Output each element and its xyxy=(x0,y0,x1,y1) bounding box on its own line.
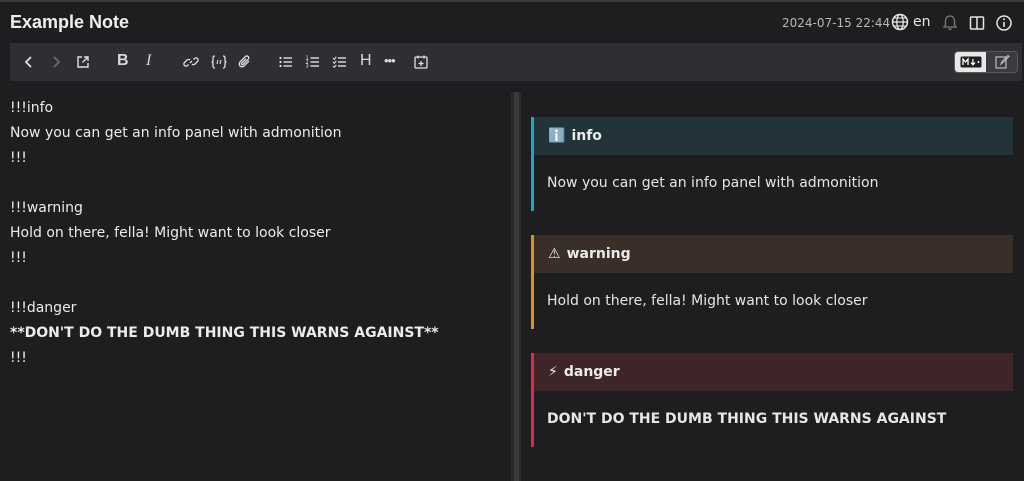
italic-button[interactable]: I xyxy=(146,52,151,70)
editor-line[interactable]: Hold on there, fella! Might want to look… xyxy=(10,225,331,241)
title-bar: Example Note 2024-07-15 22:44 en xyxy=(0,0,1024,43)
editor-toolbar: B I 1 2 3 H ••• xyxy=(10,43,1022,81)
markdown-preview: ℹ️ info Now you can get an info panel wi… xyxy=(521,92,1024,481)
edit-icon xyxy=(994,54,1010,69)
editor-line[interactable]: !!! xyxy=(10,350,27,366)
split-view-icon[interactable] xyxy=(968,14,986,32)
admonition-title: ⚡ danger xyxy=(534,353,1013,391)
splitter-handle[interactable] xyxy=(514,92,519,481)
pane-splitter[interactable] xyxy=(511,92,521,481)
code-braces-icon xyxy=(211,55,227,69)
editor-line[interactable]: !!!warning xyxy=(10,200,83,216)
globe-icon xyxy=(891,13,909,31)
admonition-title-label: info xyxy=(571,128,602,144)
link-icon xyxy=(183,57,199,67)
more-button[interactable]: ••• xyxy=(384,53,396,68)
editor-line[interactable]: !!! xyxy=(10,250,27,266)
lightning-icon: ⚡ xyxy=(548,364,558,380)
bullet-list-icon xyxy=(279,56,292,68)
admonition-info: ℹ️ info Now you can get an info panel wi… xyxy=(531,117,1013,211)
external-link-icon xyxy=(77,56,89,68)
admonition-title: ℹ️ info xyxy=(534,117,1013,155)
insert-date-button[interactable] xyxy=(412,53,430,71)
open-external-button[interactable] xyxy=(74,53,92,71)
info-icon: ℹ️ xyxy=(548,128,566,144)
link-button[interactable] xyxy=(182,53,200,71)
editor-line[interactable]: !!!danger xyxy=(10,300,76,316)
markdown-icon xyxy=(960,56,981,68)
code-block-button[interactable] xyxy=(209,53,229,71)
markdown-editor[interactable]: !!!info Now you can get an info panel wi… xyxy=(0,92,512,481)
language-selector[interactable]: en xyxy=(891,13,931,31)
heading-button[interactable]: H xyxy=(360,52,372,70)
warning-icon: ⚠ xyxy=(548,246,561,262)
bold-button[interactable]: B xyxy=(117,52,129,70)
editor-line[interactable]: !!! xyxy=(10,150,27,166)
admonition-title-label: warning xyxy=(566,246,631,262)
admonition-danger: ⚡ danger DON'T DO THE DUMB THING THIS WA… xyxy=(531,353,1013,447)
numbered-list-icon: 1 2 3 xyxy=(306,56,319,70)
chevron-right-icon xyxy=(53,56,61,68)
admonition-warning: ⚠ warning Hold on there, fella! Might wa… xyxy=(531,235,1013,329)
info-icon[interactable] xyxy=(995,14,1013,32)
bell-icon[interactable] xyxy=(941,14,959,32)
checklist-icon xyxy=(332,56,346,69)
checklist-button[interactable] xyxy=(331,53,349,71)
admonition-body: Hold on there, fella! Might want to look… xyxy=(547,293,868,309)
forward-button[interactable] xyxy=(47,53,65,71)
note-title[interactable]: Example Note xyxy=(10,12,129,33)
editor-mode-toggle[interactable] xyxy=(954,51,1018,73)
rich-edit-mode-button[interactable] xyxy=(986,52,1017,72)
calendar-plus-icon xyxy=(414,55,428,69)
bullet-list-button[interactable] xyxy=(277,53,295,71)
editor-line[interactable]: **DON'T DO THE DUMB THING THIS WARNS AGA… xyxy=(10,325,439,341)
numbered-list-button[interactable]: 1 2 3 xyxy=(304,53,322,71)
admonition-body: DON'T DO THE DUMB THING THIS WARNS AGAIN… xyxy=(547,411,947,427)
attach-button[interactable] xyxy=(236,53,254,71)
markdown-mode-button[interactable] xyxy=(955,52,986,72)
language-label: en xyxy=(913,14,931,30)
admonition-title: ⚠ warning xyxy=(534,235,1013,273)
paperclip-icon xyxy=(238,55,250,68)
back-button[interactable] xyxy=(20,53,38,71)
chevron-left-icon xyxy=(24,56,32,68)
timestamp: 2024-07-15 22:44 xyxy=(782,16,891,30)
editor-line[interactable]: !!!info xyxy=(10,100,53,116)
editor-line[interactable]: Now you can get an info panel with admon… xyxy=(10,125,341,141)
admonition-title-label: danger xyxy=(563,364,620,380)
svg-text:3: 3 xyxy=(306,64,309,70)
admonition-body: Now you can get an info panel with admon… xyxy=(547,175,879,191)
